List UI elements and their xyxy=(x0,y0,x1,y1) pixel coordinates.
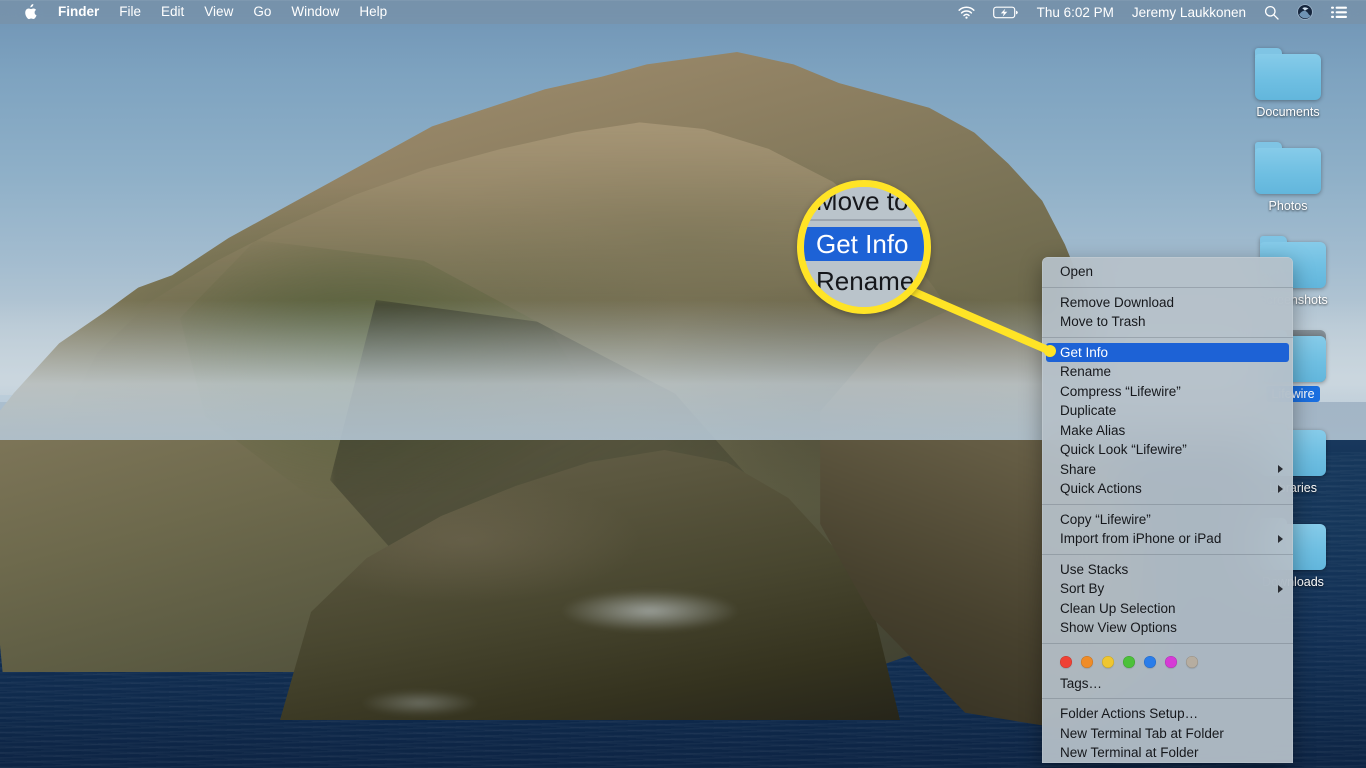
wallpaper-surf-secondary xyxy=(360,690,480,716)
magnified-rename-item: Rename xyxy=(804,265,931,297)
spotlight-search-icon[interactable] xyxy=(1255,0,1288,24)
tag-color-dot-5[interactable] xyxy=(1165,656,1177,668)
magnified-get-info-item: Get Info xyxy=(804,227,931,261)
context-menu-item-label: New Terminal at Folder xyxy=(1060,743,1199,763)
menu-bar-user-name[interactable]: Jeremy Laukkonen xyxy=(1123,5,1255,20)
menu-bar-clock[interactable]: Thu 6:02 PM xyxy=(1028,5,1123,20)
menu-bar-left: FinderFileEditViewGoWindowHelp xyxy=(0,0,397,24)
context-menu-item-use-stacks[interactable]: Use Stacks xyxy=(1042,560,1293,580)
context-menu-item-label: Use Stacks xyxy=(1060,560,1128,580)
context-menu-item-label: Share xyxy=(1060,460,1096,480)
tag-color-row[interactable] xyxy=(1042,649,1293,674)
wifi-icon[interactable] xyxy=(949,0,984,24)
menu-bar-menus: FinderFileEditViewGoWindowHelp xyxy=(48,0,397,24)
tag-color-dot-4[interactable] xyxy=(1144,656,1156,668)
context-menu-item-label: Duplicate xyxy=(1060,401,1116,421)
menu-bar-item-finder[interactable]: Finder xyxy=(48,0,109,24)
context-menu-item-label: Make Alias xyxy=(1060,421,1125,441)
context-menu-item-clean-up-selection[interactable]: Clean Up Selection xyxy=(1042,599,1293,619)
submenu-arrow-icon xyxy=(1278,535,1283,543)
context-menu-item-label: Tags… xyxy=(1060,674,1102,694)
context-menu-item-label: Quick Look “Lifewire” xyxy=(1060,440,1187,460)
context-menu-item-new-terminal-tab-at-folder[interactable]: New Terminal Tab at Folder xyxy=(1042,724,1293,744)
finder-context-menu[interactable]: Open Remove DownloadMove to Trash Get Info… xyxy=(1042,257,1293,763)
context-menu-item-label: Import from iPhone or iPad xyxy=(1060,529,1221,549)
menu-bar-item-window[interactable]: Window xyxy=(281,0,349,24)
submenu-arrow-icon xyxy=(1278,585,1283,593)
wallpaper-surf xyxy=(560,590,740,632)
context-menu-item-get-info[interactable]: Get Info xyxy=(1046,343,1289,363)
magnifier-content: Move to Get Info Rename Compre xyxy=(804,187,931,314)
context-menu-item-quick-actions[interactable]: Quick Actions xyxy=(1042,479,1293,499)
context-menu-item-show-view-options[interactable]: Show View Options xyxy=(1042,618,1293,638)
context-menu-item-sort-by[interactable]: Sort By xyxy=(1042,579,1293,599)
callout-magnifier: Move to Get Info Rename Compre xyxy=(797,180,931,314)
desktop-icon-documents[interactable]: Documents xyxy=(1240,48,1336,121)
context-menu-item-label: Folder Actions Setup… xyxy=(1060,704,1198,724)
tag-color-dot-6[interactable] xyxy=(1186,656,1198,668)
folder-icon xyxy=(1255,48,1321,100)
menu-bar-item-file[interactable]: File xyxy=(109,0,151,24)
context-menu-separator xyxy=(1042,698,1293,699)
context-menu-item-folder-actions-setup[interactable]: Folder Actions Setup… xyxy=(1042,704,1293,724)
context-menu-item-label: Sort By xyxy=(1060,579,1104,599)
magnified-partial-top-label: Move to xyxy=(804,187,931,215)
context-menu-item-label: Get Info xyxy=(1060,343,1108,363)
context-menu-item-label: Clean Up Selection xyxy=(1060,599,1176,619)
battery-charging-icon[interactable] xyxy=(984,0,1028,24)
context-menu-item-copy-lifewire[interactable]: Copy “Lifewire” xyxy=(1042,510,1293,530)
apple-logo-icon[interactable] xyxy=(12,4,48,20)
context-menu-item-label: Open xyxy=(1060,262,1093,282)
desktop-icon-label-wrap: Photos xyxy=(1240,194,1336,215)
desktop-icon-label: Documents xyxy=(1251,104,1324,120)
context-menu-item-remove-download[interactable]: Remove Download xyxy=(1042,293,1293,313)
desktop-icon-photos[interactable]: Photos xyxy=(1240,142,1336,215)
siri-icon[interactable] xyxy=(1288,0,1322,24)
menu-bar-item-view[interactable]: View xyxy=(194,0,243,24)
context-menu-item-move-to-trash[interactable]: Move to Trash xyxy=(1042,312,1293,332)
tag-color-dot-3[interactable] xyxy=(1123,656,1135,668)
menu-bar-status-area: Thu 6:02 PM Jeremy Laukkonen xyxy=(949,0,1366,24)
context-menu-item-import-from-iphone-or-ipad[interactable]: Import from iPhone or iPad xyxy=(1042,529,1293,549)
menu-bar-item-go[interactable]: Go xyxy=(243,0,281,24)
folder-body xyxy=(1255,148,1321,194)
context-menu-item-label: New Terminal Tab at Folder xyxy=(1060,724,1224,744)
context-menu-item-label: Quick Actions xyxy=(1060,479,1142,499)
desktop-icon-label-wrap: Documents xyxy=(1240,100,1336,121)
context-menu-item-open[interactable]: Open xyxy=(1042,262,1293,282)
context-menu-item-share[interactable]: Share xyxy=(1042,460,1293,480)
context-menu-separator xyxy=(1042,554,1293,555)
tag-color-dot-1[interactable] xyxy=(1081,656,1093,668)
menu-bar: FinderFileEditViewGoWindowHelp Thu 6:02 … xyxy=(0,0,1366,24)
folder-icon xyxy=(1255,142,1321,194)
submenu-arrow-icon xyxy=(1278,485,1283,493)
context-menu-item-label: Show View Options xyxy=(1060,618,1177,638)
context-menu-item-tags[interactable]: Tags… xyxy=(1042,674,1293,694)
context-menu-item-quick-look-lifewire[interactable]: Quick Look “Lifewire” xyxy=(1042,440,1293,460)
context-menu-separator xyxy=(1042,504,1293,505)
context-menu-item-make-alias[interactable]: Make Alias xyxy=(1042,421,1293,441)
menu-bar-item-edit[interactable]: Edit xyxy=(151,0,194,24)
context-menu-item-rename[interactable]: Rename xyxy=(1042,362,1293,382)
context-menu-item-duplicate[interactable]: Duplicate xyxy=(1042,401,1293,421)
desktop-icon-label: Photos xyxy=(1264,198,1313,214)
context-menu-item-compress-lifewire[interactable]: Compress “Lifewire” xyxy=(1042,382,1293,402)
context-menu-separator xyxy=(1042,287,1293,288)
context-menu-item-label: Rename xyxy=(1060,362,1111,382)
submenu-arrow-icon xyxy=(1278,465,1283,473)
magnified-separator xyxy=(804,219,931,221)
control-center-icon[interactable] xyxy=(1322,0,1356,24)
tag-color-dot-2[interactable] xyxy=(1102,656,1114,668)
tag-color-dot-0[interactable] xyxy=(1060,656,1072,668)
context-menu-item-new-terminal-at-folder[interactable]: New Terminal at Folder xyxy=(1042,743,1293,763)
menu-bar-item-help[interactable]: Help xyxy=(349,0,397,24)
context-menu-separator xyxy=(1042,643,1293,644)
folder-body xyxy=(1255,54,1321,100)
context-menu-item-label: Remove Download xyxy=(1060,293,1174,313)
context-menu-item-label: Move to Trash xyxy=(1060,312,1146,332)
macos-desktop-screen: DocumentsPhotosScreenshotsLifewireLibrar… xyxy=(0,0,1366,768)
context-menu-separator xyxy=(1042,337,1293,338)
context-menu-item-label: Copy “Lifewire” xyxy=(1060,510,1151,530)
context-menu-item-label: Compress “Lifewire” xyxy=(1060,382,1181,402)
